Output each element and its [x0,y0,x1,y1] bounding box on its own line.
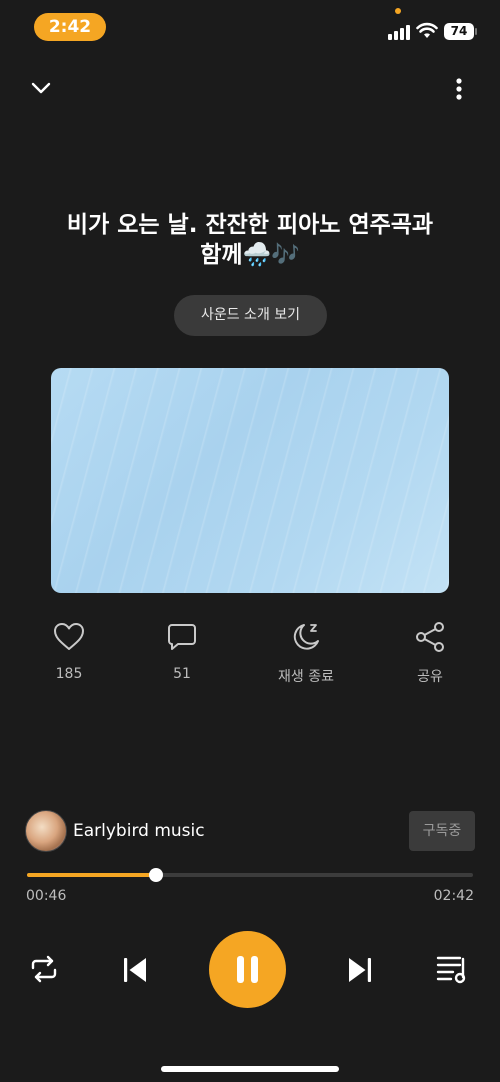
cover-artwork [51,368,449,593]
sound-intro-button[interactable]: 사운드 소개 보기 [174,295,327,336]
privacy-indicator [395,8,401,14]
sleep-timer-label: 재생 종료 [278,669,334,685]
status-time: 2:42 [34,13,106,41]
progress-bar[interactable] [27,868,473,882]
battery-tip [475,28,477,35]
playlist-icon[interactable] [436,953,470,985]
wifi-icon [416,22,438,38]
pause-icon [237,956,258,983]
more-vertical-icon[interactable] [448,74,470,104]
comment-count: 51 [173,666,191,682]
status-bar: 2:42 74 [0,0,500,56]
comment-icon [168,624,196,650]
share-label: 공유 [417,669,443,685]
skip-next-icon[interactable] [345,955,375,985]
cellular-signal-icon [388,25,410,40]
comment-button[interactable]: 51 [132,620,232,682]
subscribe-button[interactable]: 구독중 [409,811,475,851]
share-icon [416,622,444,652]
track-title-line2: 함께🌧️🎶 [200,242,300,268]
total-time: 02:42 [433,888,474,904]
chevron-down-icon[interactable] [28,76,54,100]
like-button[interactable]: 185 [19,620,119,682]
progress-fill [27,873,157,877]
moon-sleep-icon [293,624,319,650]
progress-thumb[interactable] [149,868,164,882]
share-button[interactable]: 공유 [380,620,480,686]
pause-button[interactable] [209,931,286,1008]
cover-rain-texture [51,368,449,593]
skip-previous-icon[interactable] [120,955,150,985]
sleep-timer-button[interactable]: 재생 종료 [256,620,356,686]
artist-avatar[interactable] [25,810,67,852]
repeat-icon[interactable] [28,953,60,985]
artist-row: Earlybird music 구독중 [25,810,475,854]
battery-indicator: 74 [444,23,474,40]
heart-icon [54,623,84,650]
track-title: 비가 오는 날. 잔잔한 피아노 연주곡과 함께🌧️🎶 [50,210,450,270]
elapsed-time: 00:46 [26,888,67,904]
home-indicator[interactable] [161,1066,339,1072]
track-title-line1: 비가 오는 날. 잔잔한 피아노 연주곡과 [66,212,434,238]
like-count: 185 [55,666,83,682]
artist-name[interactable]: Earlybird music [73,821,205,841]
